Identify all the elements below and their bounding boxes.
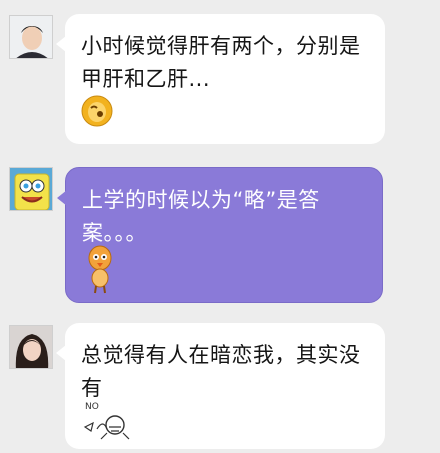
message-bubble-3[interactable]: 总觉得有人在暗恋我，其实没有 NO — [56, 323, 385, 449]
confused-emoji-sticker — [80, 94, 114, 132]
bubble-tail — [57, 190, 67, 206]
avatar-young-man[interactable] — [9, 15, 53, 59]
message-text: 总觉得有人在暗恋我，其实没有 — [81, 343, 361, 400]
message-text: 上学的时候以为“略”是答案。。。 — [82, 188, 320, 245]
bubble-tail — [56, 345, 66, 361]
message-bubble-1[interactable]: 小时候觉得肝有两个，分别是甲肝和乙肝... — [56, 14, 385, 144]
sticker-no-label: NO — [85, 402, 99, 412]
bubble-tail — [56, 36, 66, 52]
avatar-spongebob[interactable] — [9, 167, 53, 211]
avatar-girl[interactable] — [9, 325, 53, 369]
message-text: 小时候觉得肝有两个，分别是甲肝和乙肝... — [81, 34, 361, 91]
no-doodle-sticker: NO — [79, 399, 139, 447]
cartoon-bird-sticker — [86, 244, 114, 298]
message-bubble-2[interactable]: 上学的时候以为“略”是答案。。。 — [57, 167, 383, 303]
